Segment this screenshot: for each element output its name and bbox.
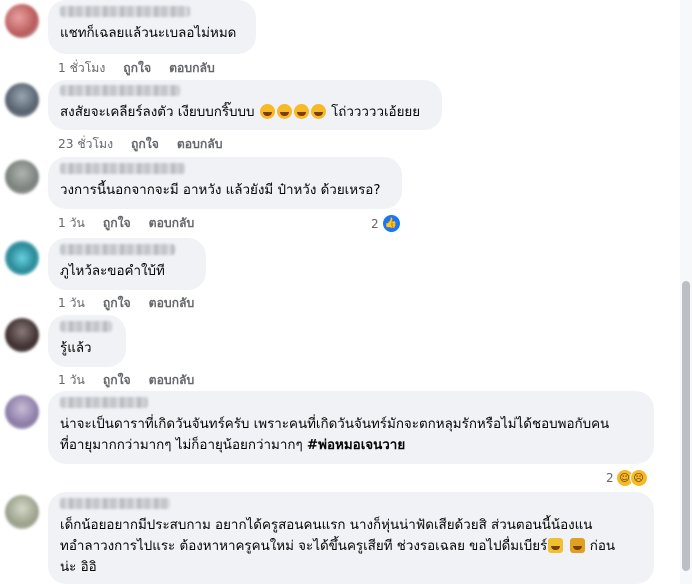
reply-button[interactable]: ตอบกลับ — [169, 59, 215, 78]
avatar[interactable] — [5, 160, 39, 194]
comment-bubble: ภูไหว้ละขอคำใบ้ที — [48, 238, 206, 290]
avatar[interactable] — [5, 495, 39, 529]
commenter-name[interactable] — [60, 321, 112, 332]
comment-bubble: วงการนี้นอกจากจะมี อาหวัง แล้วยังมี ป๋าห… — [48, 157, 402, 209]
commenter-name[interactable] — [60, 85, 180, 96]
comment-bubble: สงสัยจะเคลียร์ลงตัว เงียบบกริ๊บบบ โถ่ววว… — [48, 80, 442, 130]
laughing-emoji-icon — [293, 104, 309, 119]
avatar[interactable] — [5, 318, 39, 352]
like-button[interactable]: ถูกใจ — [123, 59, 151, 78]
reply-button[interactable]: ตอบกลับ — [149, 371, 195, 390]
comment-bubble: แชทก็เฉลยแล้วนะเบลอไม่หมด — [48, 0, 256, 54]
like-button[interactable]: ถูกใจ — [103, 214, 131, 233]
avatar[interactable] — [5, 395, 39, 429]
comment-text: น่าจะเป็นดาราที่เกิดวันจันทร์ครับ เพราะค… — [60, 417, 610, 432]
reply-button[interactable]: ตอบกลับ — [149, 214, 195, 233]
like-button[interactable]: ถูกใจ — [103, 294, 131, 313]
comment-time[interactable]: 1 วัน — [58, 214, 85, 233]
comment-text: ทอำลาวงการไปแระ ต้องหาหาครูคนใหม่ จะได้ข… — [60, 538, 616, 554]
scrollbar-thumb[interactable] — [682, 281, 690, 571]
commenter-name[interactable] — [60, 163, 185, 174]
laughing-emoji-icon — [310, 104, 326, 119]
laughing-emoji-icon — [259, 104, 275, 119]
sad-icon: ☹ — [629, 469, 648, 487]
beer-icon — [569, 538, 585, 553]
comment-actions: 1 วัน ถูกใจ ตอบกลับ — [58, 294, 194, 313]
comment-time[interactable]: 1 วัน — [58, 371, 85, 390]
reply-button[interactable]: ตอบกลับ — [177, 135, 223, 154]
comment-time[interactable]: 1 ชั่วโมง — [58, 59, 105, 78]
comment-text: ภูไหว้ละขอคำใบ้ที — [60, 264, 165, 279]
laughing-emoji-icon — [276, 104, 292, 119]
comment-text: วงการนี้นอกจากจะมี อาหวัง แล้วยังมี ป๋าห… — [60, 183, 381, 198]
comment-text: แชทก็เฉลยแล้วนะเบลอไม่หมด — [60, 26, 237, 41]
comment-actions: 1 วัน ถูกใจ ตอบกลับ — [58, 371, 194, 390]
comment-time[interactable]: 1 วัน — [58, 294, 85, 313]
like-icon: 👍 — [380, 213, 402, 234]
commenter-name[interactable] — [60, 498, 170, 509]
avatar[interactable] — [5, 83, 39, 117]
avatar[interactable] — [5, 4, 39, 38]
avatar[interactable] — [5, 241, 39, 275]
commenter-name[interactable] — [60, 6, 190, 17]
like-button[interactable]: ถูกใจ — [103, 371, 131, 390]
reaction-count: 2 — [606, 471, 614, 485]
comment-text: น่ะ อิอิ — [60, 560, 97, 575]
reply-button[interactable]: ตอบกลับ — [149, 294, 195, 313]
crown-icon — [548, 538, 564, 553]
comment-bubble: เด็กน้อยอยากมีประสบกาม อยากได้ครูสอนคนแร… — [48, 492, 654, 584]
commenter-name[interactable] — [60, 244, 175, 255]
comment-time[interactable]: 23 ชั่วโมง — [58, 135, 113, 154]
comment-bubble: น่าจะเป็นดาราที่เกิดวันจันทร์ครับ เพราะค… — [48, 391, 654, 464]
hashtag-link[interactable]: #พ่อหมอเจนวาย — [307, 438, 405, 453]
comment-actions: 1 วัน ถูกใจ ตอบกลับ — [58, 214, 194, 233]
comment-actions: 23 ชั่วโมง ถูกใจ ตอบกลับ — [58, 135, 222, 154]
reaction-count: 2 — [371, 216, 379, 231]
like-button[interactable]: ถูกใจ — [131, 135, 159, 154]
commenter-name[interactable] — [60, 397, 148, 408]
reaction-summary[interactable]: 2 👍 — [371, 213, 402, 234]
comment-actions: 1 ชั่วโมง ถูกใจ ตอบกลับ — [58, 59, 215, 78]
comment-text: เด็กน้อยอยากมีประสบกาม อยากได้ครูสอนคนแร… — [60, 518, 593, 533]
reaction-summary[interactable]: 2 ☺ ☹ — [606, 469, 648, 487]
comment-text: ที่อายุมากกว่ามากๆ ไม่ก็อายุน้อยกว่ามากๆ… — [60, 438, 406, 453]
comment-text: สงสัยจะเคลียร์ลงตัว เงียบบกริ๊บบบ โถ่ววว… — [60, 104, 421, 120]
comment-bubble: รู้แล้ว — [48, 315, 126, 367]
comment-text: รู้แล้ว — [60, 341, 92, 356]
